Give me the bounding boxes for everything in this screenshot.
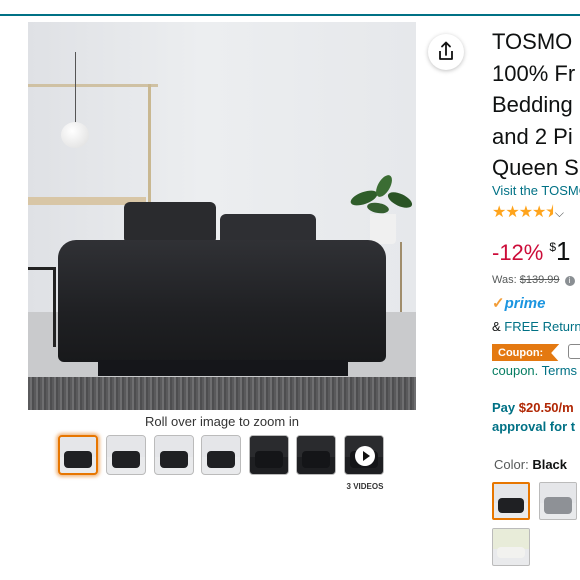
pay-amount: $20.50/m bbox=[518, 400, 574, 415]
share-icon bbox=[439, 41, 453, 60]
main-product-image[interactable] bbox=[28, 22, 416, 410]
thumbnail-4[interactable] bbox=[201, 435, 241, 475]
color-label-text: Color: bbox=[494, 457, 529, 472]
was-price: Was: $139.99 i bbox=[492, 274, 580, 286]
title-line: TOSMO bbox=[492, 29, 573, 54]
pay-prefix: Pay bbox=[492, 400, 516, 415]
returns-line: & FREE Return bbox=[492, 319, 580, 334]
image-pendant-lamp bbox=[61, 122, 89, 148]
coupon-checkbox[interactable] bbox=[567, 344, 580, 360]
color-swatch-black[interactable] bbox=[492, 482, 530, 520]
product-title: TOSMO 100% Fr Bedding and 2 Pi Queen S bbox=[492, 26, 580, 182]
color-swatch-light[interactable] bbox=[492, 528, 530, 566]
thumbnail-5[interactable] bbox=[249, 435, 289, 475]
thumbnail-6[interactable] bbox=[296, 435, 336, 475]
title-line: 100% Fr bbox=[492, 60, 576, 86]
coupon-text: coupon. Terms bbox=[492, 363, 580, 378]
thumbnail-video[interactable] bbox=[344, 435, 384, 475]
pay-line-2: approval for t bbox=[492, 419, 576, 434]
returns-prefix: & bbox=[492, 319, 501, 334]
discount-percent: -12% bbox=[492, 240, 544, 265]
coupon-terms-link[interactable]: Terms bbox=[542, 363, 577, 378]
color-swatch-grey[interactable] bbox=[539, 482, 577, 520]
free-returns-link[interactable]: FREE Return bbox=[504, 319, 580, 334]
was-price-value: $139.99 bbox=[519, 274, 560, 286]
was-label: Was: bbox=[492, 274, 517, 286]
pay-line-1: Pay $20.50/m bbox=[492, 398, 580, 417]
top-divider bbox=[0, 14, 580, 16]
price-row: -12% $1 bbox=[492, 236, 580, 267]
image-lamp-arm bbox=[148, 84, 151, 209]
monthly-payment-offer[interactable]: Pay $20.50/m approval for t bbox=[492, 398, 580, 438]
title-line: Bedding bbox=[492, 92, 573, 117]
thumbnail-2[interactable] bbox=[106, 435, 146, 475]
thumbnail-1[interactable] bbox=[58, 435, 98, 475]
coupon-text-label: coupon. bbox=[492, 363, 539, 378]
image-chair bbox=[28, 267, 56, 347]
price-value: 1 bbox=[556, 236, 571, 266]
image-pillow-left bbox=[124, 202, 216, 244]
thumbnail-3[interactable] bbox=[154, 435, 194, 475]
prime-check-icon: ✓ bbox=[492, 295, 505, 312]
prime-label: prime bbox=[504, 295, 546, 312]
info-icon[interactable]: i bbox=[564, 276, 575, 286]
coupon-badge: Coupon: bbox=[492, 344, 560, 361]
image-lamp-cord bbox=[75, 52, 76, 124]
videos-count-label[interactable]: 3 VIDEOS bbox=[343, 482, 387, 491]
coupon-row: Coupon: bbox=[492, 343, 580, 361]
image-plant-leaves bbox=[350, 175, 413, 214]
image-upper-shelf bbox=[28, 84, 158, 87]
share-button[interactable] bbox=[428, 34, 464, 70]
rating-stars[interactable]: ★★★★⯨ ⌵ bbox=[492, 201, 564, 228]
image-bed-base bbox=[98, 360, 348, 376]
image-rug bbox=[28, 377, 416, 410]
zoom-hint: Roll over image to zoom in bbox=[145, 414, 299, 429]
star-rating-icons: ★★★★⯨ bbox=[492, 204, 554, 221]
play-icon bbox=[355, 446, 375, 466]
image-duvet bbox=[58, 240, 386, 362]
title-line: Queen S bbox=[492, 155, 579, 180]
title-line: and 2 Pi bbox=[492, 123, 573, 149]
chevron-down-icon: ⌵ bbox=[554, 206, 564, 220]
color-value: Black bbox=[532, 457, 568, 472]
image-plant-pot bbox=[370, 214, 396, 244]
color-label: Color: Black bbox=[494, 457, 567, 472]
prime-badge: ✓prime bbox=[492, 294, 545, 312]
visit-store-link[interactable]: Visit the TOSMO bbox=[492, 183, 580, 198]
